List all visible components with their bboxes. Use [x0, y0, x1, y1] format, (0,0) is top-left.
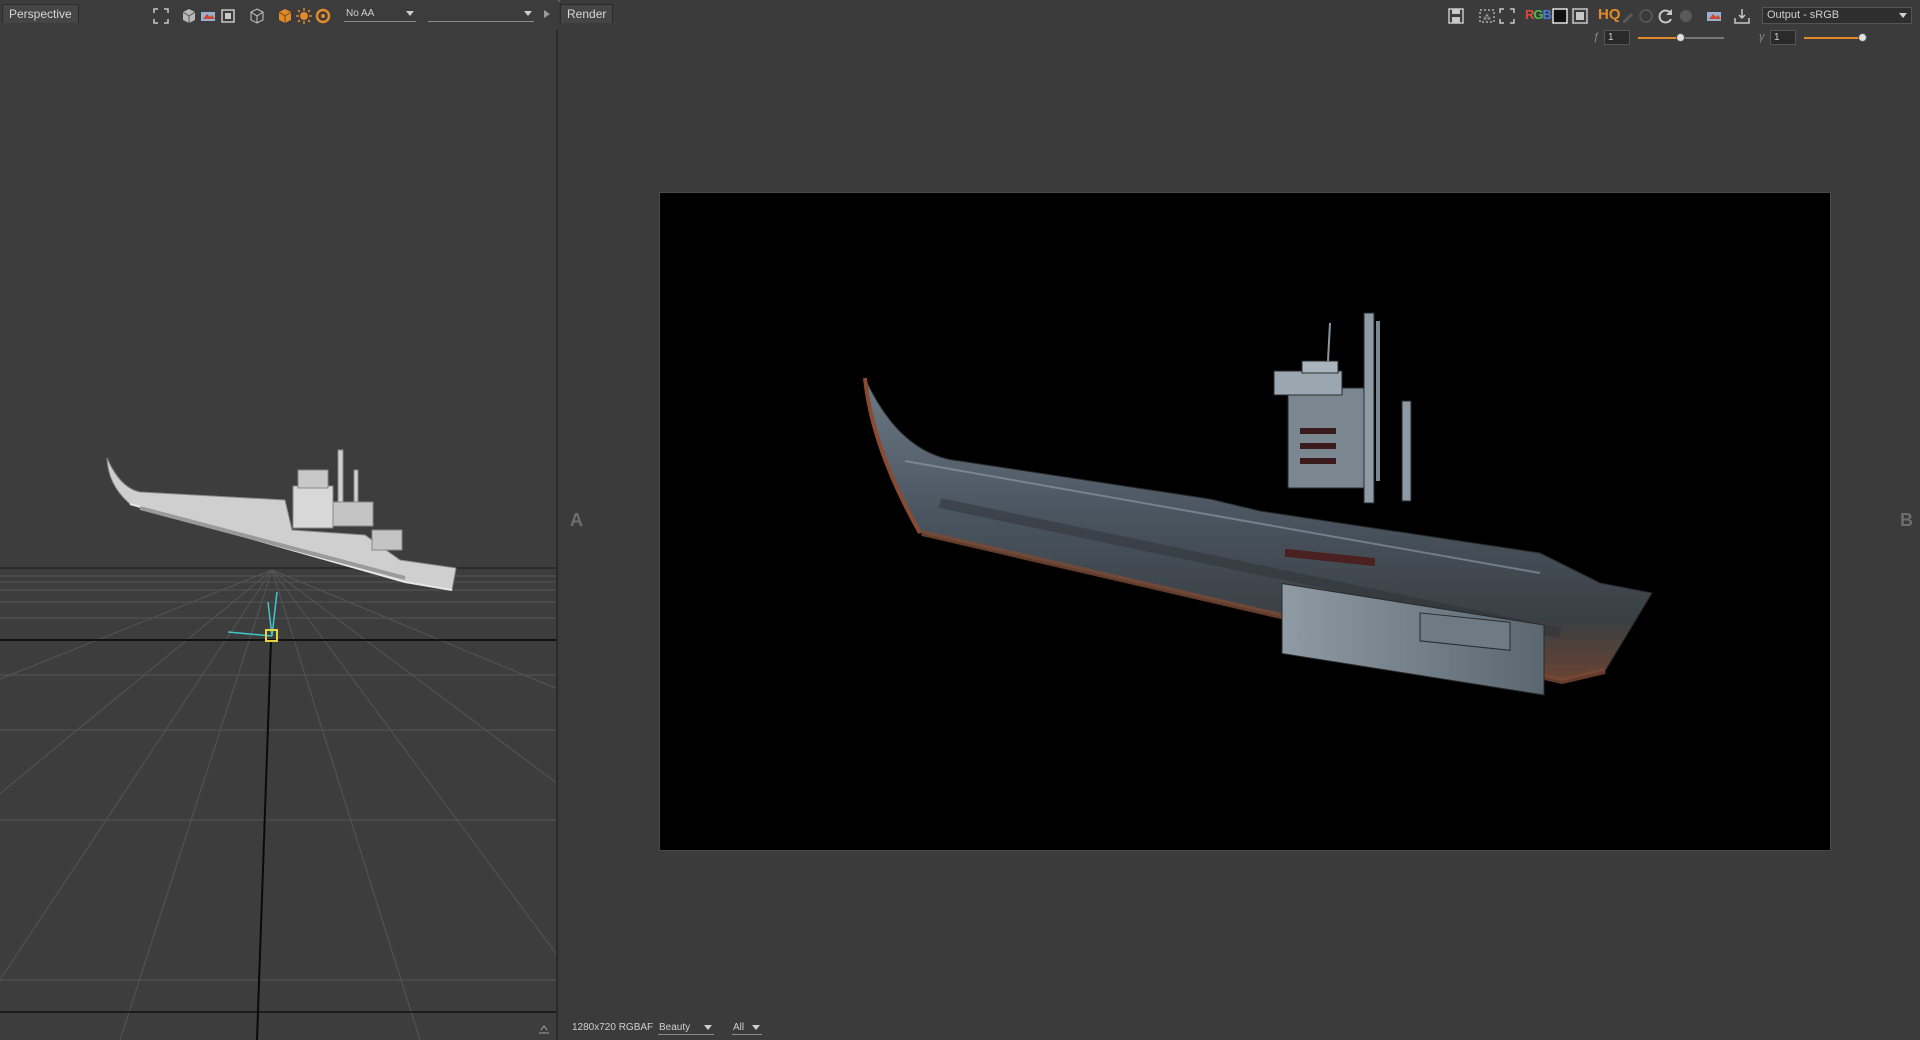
gamma-icon: γ	[1759, 31, 1765, 43]
rgb-label-g: G	[1533, 7, 1543, 22]
color-picker-icon[interactable]	[1618, 6, 1638, 26]
exposure-slider-track[interactable]	[1680, 37, 1724, 39]
tab-render[interactable]: Render	[560, 4, 614, 23]
gamma-input[interactable]: 1	[1770, 30, 1796, 45]
cube-icon[interactable]	[180, 7, 198, 25]
gamma-slider-group: γ 1	[1756, 30, 1904, 46]
snapshot-icon[interactable]	[199, 7, 217, 25]
corner-resize-icon[interactable]	[538, 1024, 550, 1034]
channel-value: All	[733, 1022, 745, 1033]
output-colorspace-select[interactable]: Output - sRGB	[1762, 7, 1912, 24]
chevron-down-icon	[406, 11, 414, 16]
save-icon[interactable]	[1446, 6, 1466, 26]
fit-icon[interactable]	[219, 7, 237, 25]
svg-text:⁂: ⁂	[1483, 13, 1491, 22]
wireframe-cube-icon[interactable]	[248, 7, 266, 25]
history-icon[interactable]	[1636, 6, 1656, 26]
fit-icon[interactable]	[1497, 6, 1517, 26]
exposure-icon: ƒ	[1593, 31, 1600, 43]
region-icon[interactable]: ⁂	[1477, 6, 1497, 26]
chevron-down-icon	[752, 1025, 760, 1030]
render-view-panel: Render ⁂ RGB HQ Output - sRGB ƒ 1 γ 1 A …	[560, 0, 1920, 1040]
render-image[interactable]	[659, 192, 1831, 851]
viewport-toolbar: Perspective No AA	[0, 0, 558, 30]
snapshot-icon[interactable]	[1704, 6, 1724, 26]
output-colorspace-value: Output - sRGB	[1767, 9, 1840, 21]
alpha-icon[interactable]	[1550, 6, 1570, 26]
gamma-slider-fill	[1804, 37, 1862, 39]
exposure-input[interactable]: 1	[1604, 30, 1630, 45]
chevron-down-icon	[704, 1025, 712, 1030]
perspective-viewport-panel: Perspective No AA	[0, 0, 558, 1040]
pass-value: Beauty	[659, 1022, 691, 1033]
chevron-down-icon	[524, 11, 532, 16]
app-window: Perspective No AA Render ⁂ RGB HQ Output…	[0, 0, 1920, 1040]
gamma-slider-knob[interactable]	[1858, 33, 1867, 42]
shaded-cube-icon[interactable]	[276, 7, 294, 25]
light-icon[interactable]	[295, 7, 313, 25]
exposure-slider-knob[interactable]	[1676, 33, 1685, 42]
zoom-fit-icon[interactable]	[1570, 6, 1590, 26]
perspective-3d-view[interactable]	[0, 30, 556, 1040]
export-icon[interactable]	[1732, 6, 1752, 26]
exposure-slider-group: ƒ 1	[1590, 30, 1738, 46]
compare-label-a[interactable]: A	[570, 510, 583, 531]
rgb-channels-icon[interactable]: RGB	[1525, 7, 1552, 22]
render-toolbar: Render ⁂ RGB HQ Output - sRGB ƒ 1 γ 1	[560, 0, 1920, 50]
frame-icon[interactable]	[152, 7, 170, 25]
resolution-label: 1280x720 RGBAF	[572, 1022, 654, 1033]
pass-dropdown[interactable]: Beauty	[658, 1022, 714, 1035]
camera-dropdown[interactable]	[428, 8, 534, 22]
render-status-bar: 1280x720 RGBAF Beauty All	[560, 1018, 1920, 1040]
compare-label-b[interactable]: B	[1900, 510, 1913, 531]
stop-icon[interactable]	[1676, 6, 1696, 26]
antialias-dropdown[interactable]: No AA	[344, 8, 416, 22]
chevron-down-icon	[1899, 13, 1907, 18]
expand-arrow-icon[interactable]	[544, 10, 550, 18]
refresh-icon[interactable]	[1656, 6, 1676, 26]
antialias-value: No AA	[346, 8, 375, 19]
exposure-slider-fill	[1638, 37, 1680, 39]
channel-dropdown[interactable]: All	[732, 1022, 762, 1035]
render-icon[interactable]	[314, 7, 332, 25]
tab-perspective[interactable]: Perspective	[2, 4, 79, 23]
